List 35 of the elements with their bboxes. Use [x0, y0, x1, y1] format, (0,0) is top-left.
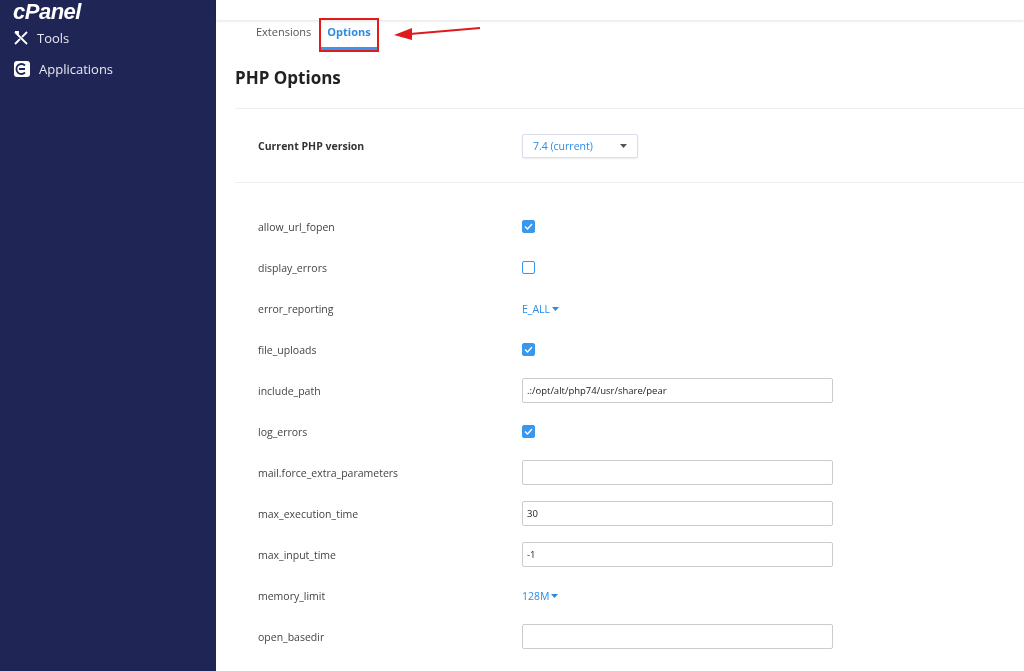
checkbox[interactable]: [522, 220, 535, 233]
logo: cPanel: [13, 0, 83, 22]
checkbox[interactable]: [522, 343, 535, 356]
tab[interactable]: Extensions: [250, 20, 318, 50]
input-field[interactable]: [522, 460, 833, 485]
input-field[interactable]: -1: [522, 542, 833, 567]
page-heading: PHP Options: [235, 66, 1024, 109]
option-label: display_errors: [258, 260, 328, 275]
value-dropdown[interactable]: 128M: [522, 588, 559, 603]
caret-icon: [551, 593, 559, 598]
option-label: include_path: [258, 383, 322, 398]
exit-icon: [13, 59, 31, 78]
checkbox[interactable]: [522, 261, 535, 274]
caret-icon: [620, 143, 627, 148]
version-label: Current PHP version: [258, 138, 366, 153]
tab[interactable]: Options: [321, 20, 377, 50]
checkbox[interactable]: [522, 425, 535, 438]
input-field[interactable]: 30: [522, 501, 833, 526]
option-label: log_errors: [258, 424, 309, 439]
option-label: error_reporting: [258, 301, 335, 316]
value-dropdown[interactable]: E_ALL: [522, 301, 560, 316]
sidebar-item[interactable]: Applications: [39, 59, 114, 78]
option-label: allow_url_fopen: [258, 219, 336, 234]
tools-icon: [13, 29, 29, 46]
option-label: mail.force_extra_parameters: [258, 465, 400, 480]
option-label: max_execution_time: [258, 506, 360, 521]
option-label: open_basedir: [258, 629, 326, 644]
input-field[interactable]: .:/opt/alt/php74/usr/share/pear: [522, 378, 833, 403]
option-label: memory_limit: [258, 588, 327, 603]
version-dropdown[interactable]: 7.4 (current): [522, 133, 638, 158]
input-field[interactable]: [522, 624, 833, 649]
sidebar-item[interactable]: Tools: [37, 28, 70, 47]
caret-icon: [552, 306, 560, 311]
option-label: max_input_time: [258, 547, 337, 562]
option-label: file_uploads: [258, 342, 318, 357]
